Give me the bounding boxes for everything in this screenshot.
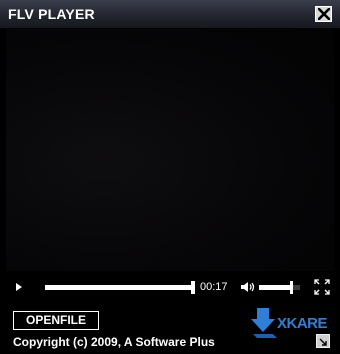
resize-grip-icon [319, 338, 327, 346]
close-icon [318, 8, 330, 20]
volume-handle[interactable] [289, 281, 293, 294]
mute-button[interactable] [240, 280, 256, 294]
play-icon [16, 283, 22, 291]
fullscreen-button[interactable] [313, 278, 331, 296]
window-title: FLV PLAYER [8, 6, 95, 22]
player-controls: 00:17 [0, 274, 340, 300]
time-display: 00:17 [200, 281, 228, 293]
fullscreen-icon [314, 279, 330, 295]
logo-text: XKARE [277, 315, 328, 332]
close-button[interactable] [315, 6, 332, 22]
copyright-text: Copyright (c) 2009, A Software Plus [13, 335, 215, 349]
seek-handle[interactable] [191, 281, 195, 294]
download-arrow-icon [251, 308, 277, 338]
volume-slider[interactable] [259, 281, 300, 294]
flv-player-window: FLV PLAYER 00:17 OPENFILE Copyright (c) … [0, 0, 340, 354]
title-bar[interactable]: FLV PLAYER [0, 0, 340, 29]
seek-slider[interactable] [45, 281, 195, 294]
volume-level [259, 285, 291, 290]
seek-progress [45, 285, 193, 290]
play-button[interactable] [14, 280, 26, 294]
open-file-button[interactable]: OPENFILE [13, 311, 99, 330]
resize-grip[interactable] [316, 334, 330, 348]
video-area[interactable] [6, 29, 334, 271]
volume-icon [241, 282, 255, 292]
